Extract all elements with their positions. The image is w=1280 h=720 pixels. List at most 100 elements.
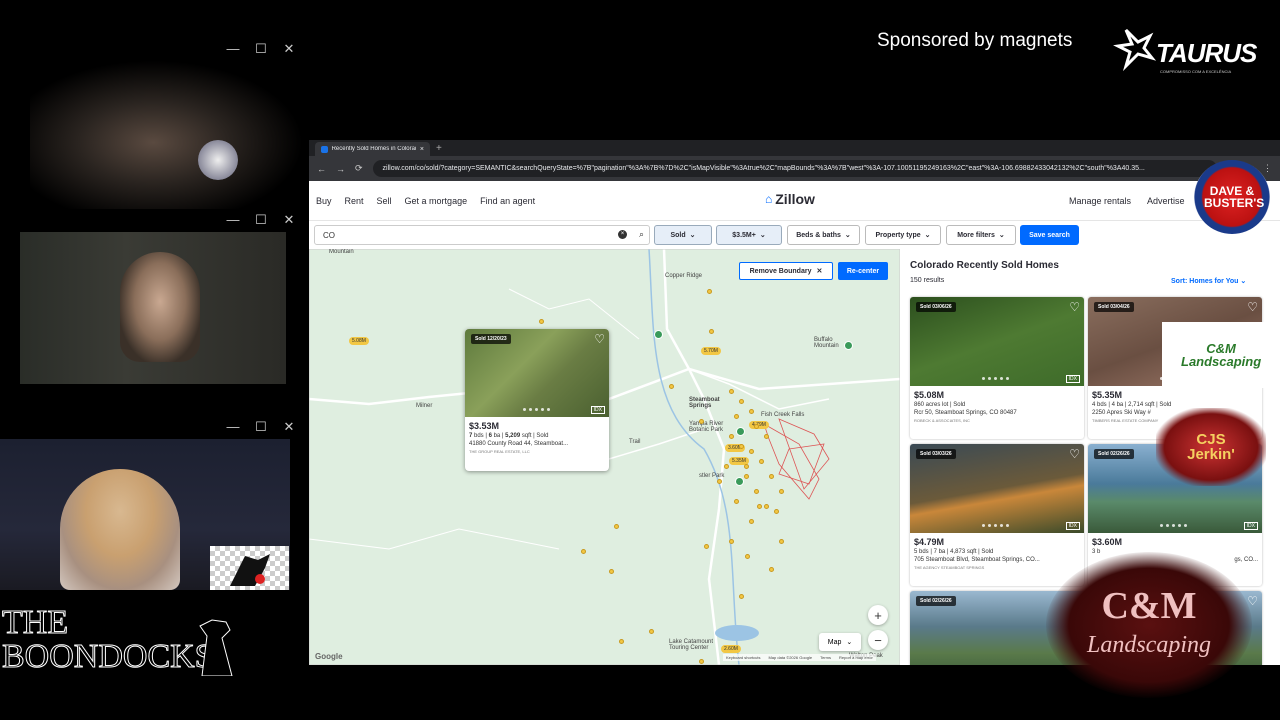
- map-pin[interactable]: [699, 659, 704, 664]
- map-pin[interactable]: [609, 569, 614, 574]
- map-pin[interactable]: [749, 409, 754, 414]
- listing-card[interactable]: Sold 03/03/26 ♡ IDX $4.79M 5 bds | 7 ba …: [910, 444, 1084, 586]
- save-search-button[interactable]: Save search: [1020, 225, 1079, 245]
- map-pin[interactable]: [729, 539, 734, 544]
- maximize-icon[interactable]: ☐: [254, 420, 268, 434]
- remove-boundary-button[interactable]: Remove Boundary ✕: [739, 262, 833, 280]
- browser-tab[interactable]: Recently Sold Homes in Colorado ×: [315, 142, 430, 156]
- map-pin[interactable]: [749, 449, 754, 454]
- map-pin[interactable]: [614, 524, 619, 529]
- recenter-button[interactable]: Re-center: [838, 262, 888, 280]
- property-type-filter-button[interactable]: Property type ⌄: [865, 225, 941, 245]
- menu-icon[interactable]: ⋮: [1263, 163, 1272, 174]
- map-pin[interactable]: [724, 464, 729, 469]
- map-pin[interactable]: [619, 639, 624, 644]
- price-filter-button[interactable]: $3.5M+ ⌄: [716, 225, 782, 245]
- nav-rent[interactable]: Rent: [345, 196, 364, 206]
- nav-sell[interactable]: Sell: [377, 196, 392, 206]
- map-pin[interactable]: [707, 289, 712, 294]
- map-price-tag[interactable]: 4.79M: [749, 421, 769, 429]
- zillow-logo[interactable]: ⌂ Zillow: [765, 191, 815, 207]
- map-pin[interactable]: [744, 474, 749, 479]
- search-icon[interactable]: ⌕: [639, 229, 644, 240]
- location-search-input[interactable]: CO × ⌕: [314, 225, 650, 245]
- sort-dropdown[interactable]: Sort: Homes for You ⌄: [1171, 277, 1246, 285]
- map-price-tag[interactable]: 5.08M: [349, 337, 369, 345]
- nav-manage-rentals[interactable]: Manage rentals: [1069, 196, 1131, 206]
- map-listing-popup[interactable]: Sold 12/20/23 ♡ IDX $3.53M 7 bds | 6 ba …: [465, 329, 609, 471]
- minimize-icon[interactable]: —: [226, 420, 240, 434]
- clear-search-icon[interactable]: ×: [618, 230, 627, 239]
- map-pin[interactable]: [764, 504, 769, 509]
- maximize-icon[interactable]: ☐: [254, 213, 268, 227]
- map-pin[interactable]: [774, 509, 779, 514]
- map-pin[interactable]: [699, 419, 704, 424]
- map-pin[interactable]: [739, 444, 744, 449]
- map-pin[interactable]: [739, 399, 744, 404]
- remove-boundary-label: Remove Boundary: [749, 267, 812, 275]
- map-pin[interactable]: [754, 424, 759, 429]
- zoom-out-button[interactable]: −: [868, 630, 888, 650]
- report-error-link[interactable]: Report a map error: [839, 655, 873, 660]
- map-pin[interactable]: [539, 319, 544, 324]
- map-type-select[interactable]: Map ⌄: [819, 633, 861, 651]
- nav-advertise[interactable]: Advertise: [1147, 196, 1185, 206]
- map-pin[interactable]: [649, 629, 654, 634]
- map-pin[interactable]: [704, 544, 709, 549]
- back-icon[interactable]: ←: [317, 164, 326, 174]
- map-pin[interactable]: [745, 554, 750, 559]
- map-pin[interactable]: [581, 549, 586, 554]
- new-tab-icon[interactable]: +: [436, 142, 442, 156]
- nav-buy[interactable]: Buy: [316, 196, 332, 206]
- minimize-icon[interactable]: —: [226, 42, 240, 56]
- map-price-tag[interactable]: 5.70M: [701, 347, 721, 355]
- nav-mortgage[interactable]: Get a mortgage: [405, 196, 468, 206]
- sold-filter-button[interactable]: Sold ⌄: [654, 225, 712, 245]
- zoom-in-button[interactable]: +: [868, 605, 888, 625]
- map-pin[interactable]: [709, 329, 714, 334]
- beds-baths-filter-button[interactable]: Beds & baths ⌄: [787, 225, 860, 245]
- terms-link[interactable]: Terms: [820, 655, 831, 660]
- heart-icon[interactable]: ♡: [1069, 447, 1080, 461]
- nav-agent[interactable]: Find an agent: [480, 196, 535, 206]
- boondocks-character-icon: [199, 619, 233, 676]
- close-icon[interactable]: ✕: [282, 420, 296, 434]
- map-attribution: Keyboard shortcuts Map data ©2026 Google…: [723, 654, 876, 661]
- map-pin[interactable]: [759, 459, 764, 464]
- map-view[interactable]: Remove Boundary ✕ Re-center Mountain Cop…: [309, 249, 900, 665]
- maximize-icon[interactable]: ☐: [254, 42, 268, 56]
- place-label: Buffalo Mountain: [814, 337, 839, 349]
- tab-strip: Recently Sold Homes in Colorado × +: [309, 140, 1280, 156]
- map-pin[interactable]: [754, 489, 759, 494]
- map-pin[interactable]: [779, 539, 784, 544]
- map-pin[interactable]: [769, 567, 774, 572]
- map-price-tag[interactable]: 2.60M: [721, 645, 741, 653]
- map-pin[interactable]: [669, 384, 674, 389]
- keyboard-shortcuts-link[interactable]: Keyboard shortcuts: [726, 655, 760, 660]
- more-filters-button[interactable]: More filters ⌄: [946, 225, 1016, 245]
- map-pin[interactable]: [764, 434, 769, 439]
- map-pin[interactable]: [729, 389, 734, 394]
- map-pin[interactable]: [739, 594, 744, 599]
- close-icon[interactable]: ✕: [282, 213, 296, 227]
- map-pin[interactable]: [749, 519, 754, 524]
- forward-icon[interactable]: →: [336, 164, 345, 174]
- heart-icon[interactable]: ♡: [594, 332, 605, 346]
- heart-icon[interactable]: ♡: [1247, 300, 1258, 314]
- url-input[interactable]: zillow.com/co/sold/?category=SEMANTIC&se…: [372, 160, 1217, 177]
- map-pin[interactable]: [779, 489, 784, 494]
- minimize-icon[interactable]: —: [226, 213, 240, 227]
- map-pin[interactable]: [734, 499, 739, 504]
- map-pin[interactable]: [769, 474, 774, 479]
- close-icon[interactable]: ✕: [282, 42, 296, 56]
- tab-close-icon[interactable]: ×: [420, 146, 424, 153]
- map-pin[interactable]: [729, 434, 734, 439]
- map-pin[interactable]: [757, 504, 762, 509]
- map-pin[interactable]: [744, 464, 749, 469]
- listing-card[interactable]: Sold 03/06/26 ♡ IDX $5.08M 860 acres lot…: [910, 297, 1084, 439]
- reload-icon[interactable]: ⟳: [355, 163, 363, 174]
- map-pin[interactable]: [734, 414, 739, 419]
- map-pin[interactable]: [717, 479, 722, 484]
- baths-count: 6: [488, 433, 492, 439]
- heart-icon[interactable]: ♡: [1069, 300, 1080, 314]
